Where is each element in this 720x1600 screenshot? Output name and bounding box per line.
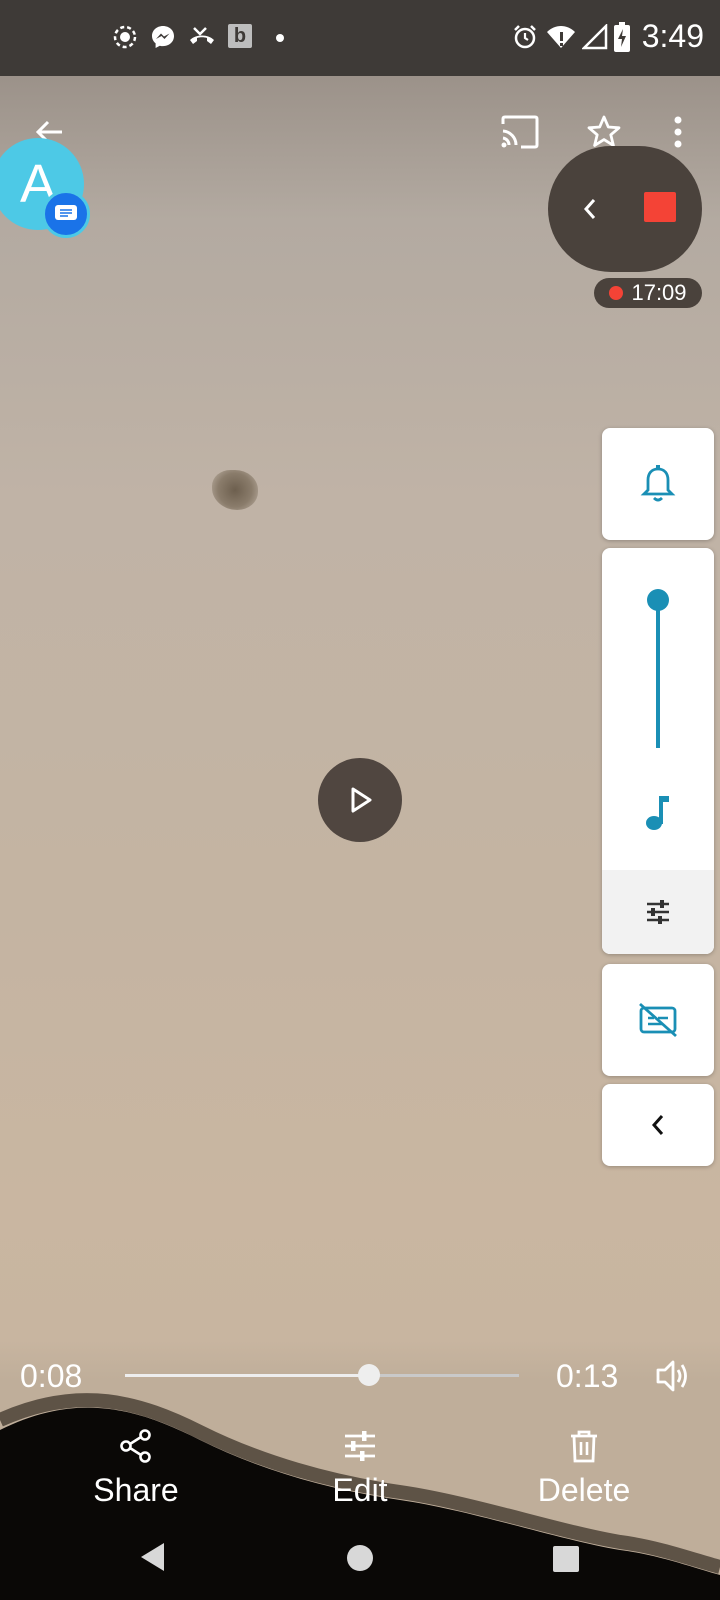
edit-label: Edit	[332, 1472, 388, 1508]
media-volume-track[interactable]	[656, 600, 660, 748]
more-vert-icon	[674, 116, 682, 148]
star-icon	[587, 115, 621, 147]
nav-back-icon[interactable]	[138, 1540, 168, 1574]
cast-icon	[501, 115, 539, 149]
battery-charging-icon	[614, 22, 630, 52]
more-options-button[interactable]	[654, 108, 702, 156]
duration-time: 0:13	[556, 1358, 619, 1394]
recording-dot-icon	[609, 286, 624, 300]
dot-icon	[276, 34, 284, 42]
play-button[interactable]	[318, 758, 402, 842]
screen-record-icon	[113, 25, 137, 49]
captions-off-icon	[639, 1002, 677, 1038]
alarm-icon	[514, 25, 536, 49]
seek-bar-progress	[125, 1374, 370, 1377]
collapse-volume-button[interactable]	[602, 1084, 714, 1166]
wifi-icon	[547, 26, 575, 48]
volume-icon[interactable]	[654, 1358, 690, 1394]
nav-home-icon[interactable]	[346, 1544, 374, 1572]
clock: 3:49	[641, 18, 704, 54]
trash-icon	[571, 1430, 597, 1463]
message-icon	[55, 205, 77, 220]
recording-time: 17:09	[631, 280, 687, 305]
b-app-icon: b	[228, 24, 252, 48]
media-volume-thumb[interactable]	[647, 589, 669, 611]
edit-button[interactable]: Edit	[280, 1428, 440, 1509]
messages-badge	[42, 190, 90, 238]
tune-icon	[647, 900, 669, 924]
share-icon	[120, 1429, 151, 1463]
missed-call-icon	[190, 27, 214, 44]
chevron-left-icon[interactable]	[580, 196, 600, 222]
cast-button[interactable]	[496, 108, 544, 156]
dark-spot	[212, 470, 258, 510]
volume-settings-button[interactable]	[602, 870, 714, 954]
screen-recorder-controls	[548, 146, 702, 272]
stop-icon[interactable]	[644, 192, 676, 222]
music-note-icon	[646, 796, 669, 830]
captions-button[interactable]	[602, 964, 714, 1076]
delete-button[interactable]: Delete	[504, 1428, 664, 1509]
ring-mode-button[interactable]	[602, 428, 714, 540]
elapsed-time: 0:08	[20, 1358, 83, 1394]
share-label: Share	[93, 1472, 179, 1508]
tune-icon	[345, 1431, 375, 1461]
status-bar: b 3:49	[0, 0, 720, 76]
play-icon	[351, 787, 372, 813]
recording-timer: 17:09	[594, 278, 702, 308]
messenger-icon	[152, 26, 174, 48]
bell-icon	[640, 465, 676, 502]
nav-recents-icon[interactable]	[552, 1545, 580, 1573]
delete-label: Delete	[537, 1472, 631, 1508]
share-button[interactable]: Share	[56, 1428, 216, 1509]
media-volume-panel	[602, 548, 714, 954]
chevron-left-icon	[651, 1115, 664, 1135]
signal-icon	[582, 24, 608, 50]
